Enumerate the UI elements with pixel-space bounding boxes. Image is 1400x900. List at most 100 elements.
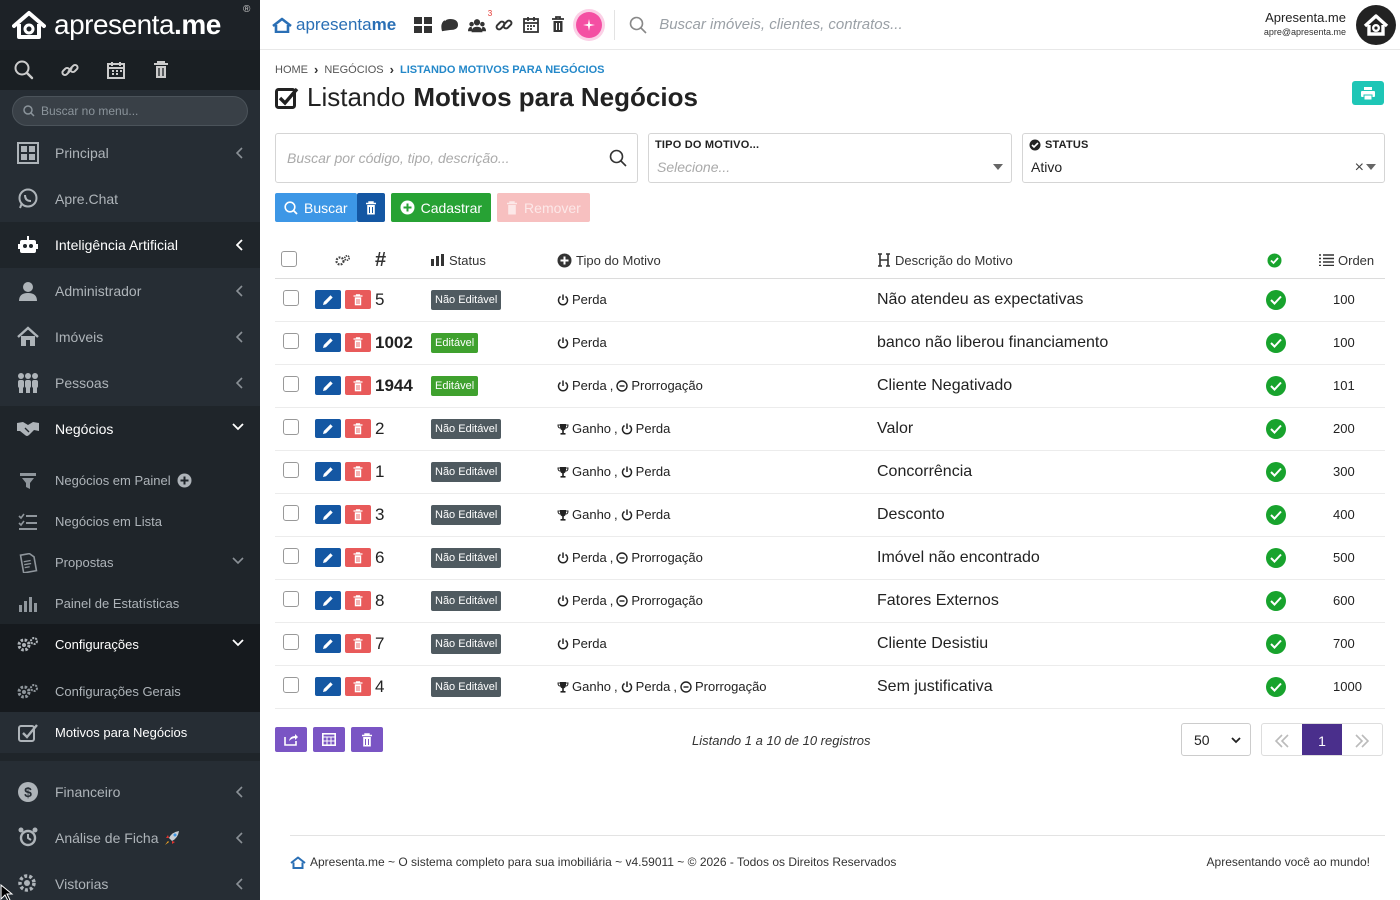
active-check-icon[interactable] (1266, 676, 1286, 697)
calendar-icon[interactable] (522, 16, 540, 34)
edit-button[interactable] (315, 634, 341, 653)
status-select[interactable]: STATUS Ativo × (1022, 133, 1385, 183)
sidebar-item-inteligencia-artificial[interactable]: Inteligência Artificial (0, 222, 260, 268)
descricao-header[interactable]: Descrição do Motivo (877, 243, 1259, 279)
export-button[interactable] (275, 727, 307, 752)
sidebar-item-negocios[interactable]: Negócios (0, 406, 260, 452)
delete-button[interactable] (345, 591, 371, 610)
trash-icon[interactable] (152, 60, 170, 80)
bulk-delete-button[interactable] (351, 727, 383, 752)
row-checkbox[interactable] (283, 376, 299, 392)
row-checkbox[interactable] (283, 505, 299, 521)
active-check-icon[interactable] (1266, 461, 1286, 482)
apps-grid-icon[interactable] (414, 16, 433, 34)
sidebar-item-configuracoes[interactable]: Configurações (0, 624, 260, 665)
active-check-icon[interactable] (1266, 332, 1286, 353)
row-checkbox[interactable] (283, 419, 299, 435)
user-info[interactable]: Apresenta.me apre@apresenta.me (1264, 10, 1346, 37)
edit-button[interactable] (315, 591, 341, 610)
edit-button[interactable] (315, 419, 341, 438)
ai-assistant-button[interactable] (576, 11, 603, 38)
sidebar-item-analise-de-ficha[interactable]: Análise de Ficha (0, 815, 260, 861)
sidebar-item-vistorias[interactable]: Vistorias (0, 861, 260, 900)
table-row[interactable]: 4 Não Editável Ganho, Perda, Prorrogação Sem … (275, 665, 1385, 709)
clear-filters-button[interactable] (356, 193, 385, 222)
tipo-header[interactable]: Tipo do Motivo (557, 243, 877, 279)
breadcrumb-section[interactable]: NEGÓCIOS (324, 64, 383, 76)
delete-button[interactable] (345, 376, 371, 395)
status-header[interactable]: Status (431, 243, 557, 279)
tipo-motivo-select[interactable]: TIPO DO MOTIVO... Selecione... (648, 133, 1012, 183)
sidebar-item-financeiro[interactable]: $ Financeiro (0, 769, 260, 815)
sidebar-item-imoveis[interactable]: Imóveis (0, 314, 260, 360)
delete-button[interactable] (345, 677, 371, 696)
page-button-current[interactable]: 1 (1302, 724, 1342, 755)
avatar[interactable] (1356, 5, 1396, 45)
delete-button[interactable] (345, 548, 371, 567)
calendar-icon[interactable] (106, 60, 126, 80)
table-row[interactable]: 1002 Editável Perda banco não liberou finan… (275, 321, 1385, 365)
active-check-icon[interactable] (1266, 504, 1286, 525)
sidebar-item-painel-estatisticas[interactable]: Painel de Estatísticas (0, 583, 260, 624)
row-checkbox[interactable] (283, 548, 299, 564)
delete-button[interactable] (345, 505, 371, 524)
edit-button[interactable] (315, 333, 341, 352)
active-header[interactable] (1259, 243, 1319, 279)
plus-circle-icon[interactable] (177, 473, 192, 488)
global-search-input[interactable] (659, 16, 960, 33)
delete-button[interactable] (345, 333, 371, 352)
row-checkbox[interactable] (283, 462, 299, 478)
ordem-header[interactable]: Orden (1319, 243, 1385, 279)
table-row[interactable]: 1 Não Editável Ganho, Perda Concorrência 300 (275, 450, 1385, 494)
brand-logo[interactable]: apresenta.me ® (0, 0, 260, 50)
edit-button[interactable] (315, 548, 341, 567)
id-header[interactable]: # (375, 243, 431, 279)
prev-page-button[interactable] (1262, 724, 1302, 755)
table-row[interactable]: 7 Não Editável Perda Cliente Desistiu 700 (275, 622, 1385, 666)
row-checkbox[interactable] (283, 333, 299, 349)
sidebar-item-negocios-em-painel[interactable]: Negócios em Painel (0, 460, 260, 501)
search-icon[interactable] (14, 60, 34, 80)
sidebar-item-pessoas[interactable]: Pessoas (0, 360, 260, 406)
sidebar-item-apre-chat[interactable]: Apre.Chat (0, 176, 260, 222)
sidebar-item-configuracoes-gerais[interactable]: Configurações Gerais (0, 671, 260, 712)
delete-button[interactable] (345, 419, 371, 438)
active-check-icon[interactable] (1266, 633, 1286, 654)
search-icon[interactable] (609, 149, 627, 167)
sidebar-search-input[interactable] (41, 104, 231, 118)
table-row[interactable]: 5 Não Editável Perda Não atendeu as expecta… (275, 278, 1385, 322)
table-row[interactable]: 3 Não Editável Ganho, Perda Desconto 400 (275, 493, 1385, 537)
per-page-select[interactable]: 50 (1181, 723, 1251, 756)
select-all-checkbox[interactable] (281, 250, 297, 267)
sidebar-item-administrador[interactable]: Administrador (0, 268, 260, 314)
remove-button[interactable]: Remover (497, 193, 590, 222)
sidebar-item-principal[interactable]: Principal (0, 130, 260, 176)
active-check-icon[interactable] (1266, 418, 1286, 439)
active-check-icon[interactable] (1266, 547, 1286, 568)
table-row[interactable]: 2 Não Editável Ganho, Perda Valor 200 (275, 407, 1385, 451)
edit-button[interactable] (315, 290, 341, 309)
create-button[interactable]: Cadastrar (390, 193, 492, 222)
table-row[interactable]: 8 Não Editável Perda, Prorrogação Fatores Ex… (275, 579, 1385, 623)
chat-icon[interactable] (441, 16, 459, 34)
table-row[interactable]: 1944 Editável Perda, Prorrogação Cliente Neg… (275, 364, 1385, 408)
trash-icon[interactable] (549, 16, 567, 34)
row-checkbox[interactable] (283, 591, 299, 607)
edit-button[interactable] (315, 505, 341, 524)
row-checkbox[interactable] (283, 290, 299, 306)
link-icon[interactable] (495, 16, 513, 34)
table-row[interactable]: 6 Não Editável Perda, Prorrogação Imóvel não… (275, 536, 1385, 580)
edit-button[interactable] (315, 376, 341, 395)
text-search-input[interactable] (287, 150, 587, 166)
columns-button[interactable] (313, 727, 345, 752)
active-check-icon[interactable] (1266, 590, 1286, 611)
delete-button[interactable] (345, 290, 371, 309)
clear-selection-icon[interactable]: × (1355, 159, 1364, 177)
next-page-button[interactable] (1342, 724, 1382, 755)
sidebar-item-negocios-em-lista[interactable]: Negócios em Lista (0, 501, 260, 542)
active-check-icon[interactable] (1266, 375, 1286, 396)
edit-button[interactable] (315, 677, 341, 696)
delete-button[interactable] (345, 634, 371, 653)
row-checkbox[interactable] (283, 634, 299, 650)
breadcrumb-home[interactable]: HOME (275, 64, 308, 76)
